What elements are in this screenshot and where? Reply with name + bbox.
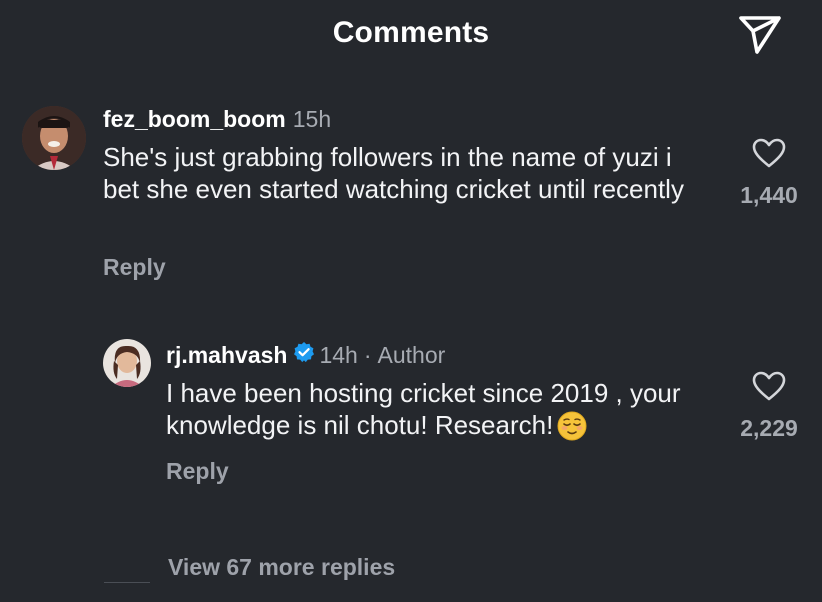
reply-button[interactable]: Reply: [103, 254, 166, 281]
author-badge: Author: [377, 342, 446, 368]
page-title: Comments: [332, 16, 490, 49]
relieved-face-emoji: [557, 411, 587, 449]
username[interactable]: rj.mahvash: [166, 340, 287, 370]
share-button[interactable]: [736, 12, 784, 58]
heart-icon[interactable]: [752, 371, 786, 401]
reply-time: 14h: [319, 342, 358, 368]
reply-text-block: I have been hosting cricket since 2019 ,…: [166, 378, 706, 448]
view-more-replies-row: View 67 more replies: [104, 552, 395, 583]
avatar[interactable]: [22, 106, 86, 170]
like-count: 1,440: [740, 182, 798, 208]
paper-plane-icon: [739, 16, 781, 54]
comment-text: She's just grabbing followers in the nam…: [103, 142, 684, 204]
username[interactable]: fez_boom_boom: [103, 104, 286, 134]
verified-badge-icon: [293, 340, 315, 370]
comment-time: 15h: [292, 106, 332, 132]
like-column: 1,440: [724, 138, 814, 209]
comment-meta: fez_boom_boom 15h: [103, 104, 331, 134]
like-count: 2,229: [740, 415, 798, 441]
divider-line: [104, 582, 150, 583]
like-column: 2,229: [724, 371, 814, 442]
avatar[interactable]: [103, 339, 151, 387]
reply-text: I have been hosting cricket since 2019 ,…: [166, 378, 681, 440]
reply-meta: rj.mahvash 14h · Author: [166, 340, 445, 370]
comments-header: Comments: [0, 0, 822, 70]
view-more-replies-button[interactable]: View 67 more replies: [168, 554, 395, 581]
reply-button[interactable]: Reply: [166, 458, 229, 485]
heart-icon[interactable]: [752, 138, 786, 168]
meta-separator: ·: [363, 342, 372, 368]
